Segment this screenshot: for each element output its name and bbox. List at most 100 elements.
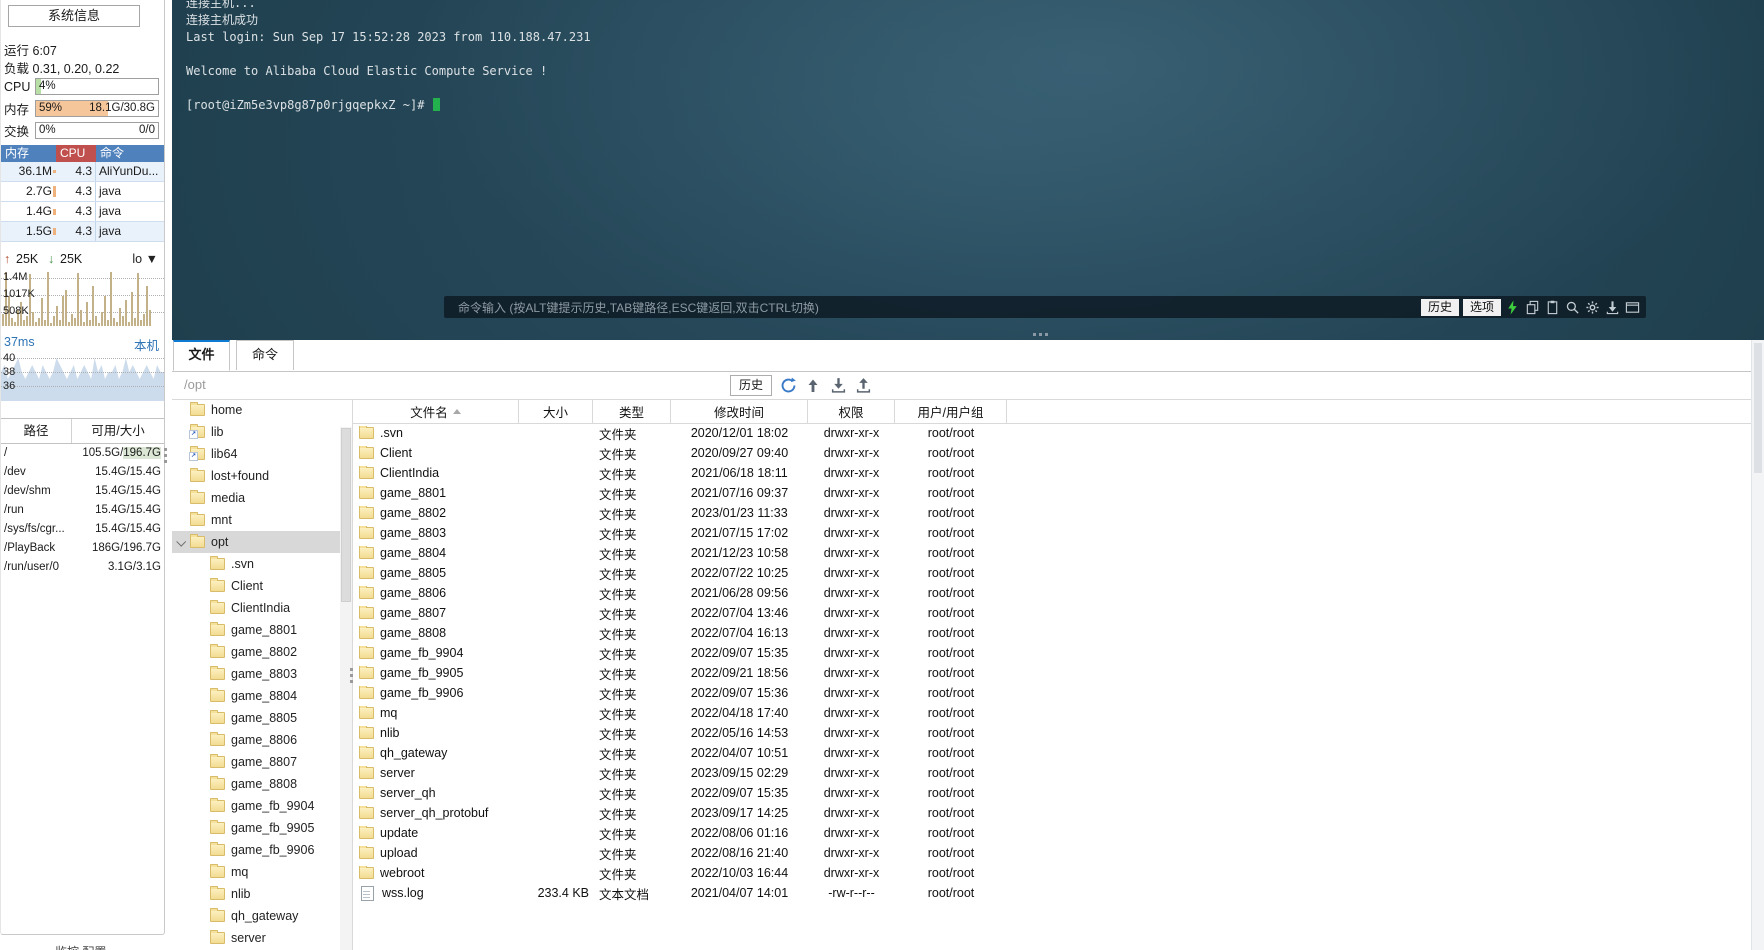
tree-item-mnt[interactable]: mnt — [172, 509, 352, 531]
file-row[interactable]: game_8802文件夹2023/01/23 11:33drwxr-xr-xro… — [353, 503, 1764, 523]
tree-item-game_8801[interactable]: game_8801 — [172, 619, 352, 641]
search-icon[interactable] — [1563, 299, 1581, 316]
folder-icon — [210, 844, 225, 856]
tree-item-qh_gateway[interactable]: qh_gateway — [172, 905, 352, 927]
uptime-stat: 运行 6:07 — [4, 40, 57, 59]
file-row[interactable]: server_qh_protobuf文件夹2023/09/17 14:25drw… — [353, 803, 1764, 823]
history-button[interactable]: 历史 — [1421, 299, 1459, 316]
gear-icon[interactable] — [1583, 299, 1601, 316]
file-row[interactable]: game_8806文件夹2021/06/28 09:56drwxr-xr-xro… — [353, 583, 1764, 603]
folder-icon — [190, 470, 205, 482]
tree-item-game_8808[interactable]: game_8808 — [172, 773, 352, 795]
options-button[interactable]: 选项 — [1463, 299, 1501, 316]
lightning-icon[interactable] — [1503, 299, 1521, 316]
tree-scrollbar[interactable] — [340, 427, 352, 950]
file-row[interactable]: game_8808文件夹2022/07/04 16:13drwxr-xr-xro… — [353, 623, 1764, 643]
command-input-bar[interactable]: 命令输入 (按ALT键提示历史,TAB键路径,ESC键返回,双击CTRL切换) … — [444, 296, 1646, 318]
file-row[interactable]: webroot文件夹2022/10/03 16:44drwxr-xr-xroot… — [353, 863, 1764, 883]
tree-item-game_fb_9906[interactable]: game_fb_9906 — [172, 839, 352, 861]
file-table: 文件名大小类型修改时间权限用户/用户组 .svn文件夹2020/12/01 18… — [352, 399, 1764, 950]
tree-item-home[interactable]: home — [172, 399, 352, 421]
upload-file-icon[interactable] — [854, 377, 872, 395]
file-row[interactable]: game_fb_9905文件夹2022/09/21 18:56drwxr-xr-… — [353, 663, 1764, 683]
file-row[interactable]: wss.log233.4 KB文本文档2021/04/07 14:01-rw-r… — [353, 883, 1764, 903]
file-icon — [361, 886, 374, 901]
tree-item-game_8803[interactable]: game_8803 — [172, 663, 352, 685]
column-header-owner[interactable]: 用户/用户组 — [895, 399, 1007, 423]
tree-item-Client[interactable]: Client — [172, 575, 352, 597]
file-body: home↗lib↗lib64lost+foundmediamntopt.svnC… — [172, 399, 1764, 950]
file-row[interactable]: game_fb_9904文件夹2022/09/07 15:35drwxr-xr-… — [353, 643, 1764, 663]
process-header-cmd[interactable]: 命令 — [96, 145, 164, 162]
column-header-size[interactable]: 大小 — [519, 399, 593, 423]
copy-icon[interactable] — [1523, 299, 1541, 316]
tree-item-server[interactable]: server — [172, 927, 352, 949]
tree-item-lib64[interactable]: ↗lib64 — [172, 443, 352, 465]
folder-icon — [210, 932, 225, 944]
tree-item-ClientIndia[interactable]: ClientIndia — [172, 597, 352, 619]
tree-scrollbar-thumb[interactable] — [341, 428, 351, 602]
tree-item-opt[interactable]: opt — [172, 531, 352, 553]
tree-item-media[interactable]: media — [172, 487, 352, 509]
command-input-hint[interactable]: 命令输入 (按ALT键提示历史,TAB键路径,ESC键返回,双击CTRL切换) — [449, 299, 1417, 316]
terminal[interactable]: 连接主机...连接主机成功Last login: Sun Sep 17 15:5… — [172, 0, 1764, 340]
file-row[interactable]: server_qh文件夹2022/09/07 15:35drwxr-xr-xro… — [353, 783, 1764, 803]
tree-item-mq[interactable]: mq — [172, 861, 352, 883]
process-header-cpu[interactable]: CPU — [56, 145, 96, 162]
column-header-filename[interactable]: 文件名 — [353, 399, 519, 423]
tree-item-lost+found[interactable]: lost+found — [172, 465, 352, 487]
panel-scrollbar[interactable] — [1751, 340, 1764, 950]
file-row[interactable]: update文件夹2022/08/06 01:16drwxr-xr-xroot/… — [353, 823, 1764, 843]
chevron-expanded-icon[interactable] — [176, 537, 186, 547]
file-row[interactable]: game_fb_9906文件夹2022/09/07 15:36drwxr-xr-… — [353, 683, 1764, 703]
download-icon[interactable] — [1603, 299, 1621, 316]
ping-latency: 37ms — [4, 335, 35, 349]
refresh-icon[interactable] — [779, 377, 797, 395]
terminal-file-splitter[interactable] — [1033, 333, 1048, 336]
file-row[interactable]: Client文件夹2020/09/27 09:40drwxr-xr-xroot/… — [353, 443, 1764, 463]
tree-item-game_fb_9905[interactable]: game_fb_9905 — [172, 817, 352, 839]
disk-header-size[interactable]: 可用/大小 — [72, 419, 164, 443]
column-header-permissions[interactable]: 权限 — [808, 399, 895, 423]
file-row[interactable]: game_8807文件夹2022/07/04 13:46drwxr-xr-xro… — [353, 603, 1764, 623]
file-row[interactable]: mq文件夹2022/04/18 17:40drwxr-xr-xroot/root — [353, 703, 1764, 723]
tree-table-splitter[interactable] — [350, 668, 353, 683]
tree-item-game_8802[interactable]: game_8802 — [172, 641, 352, 663]
tree-item-game_fb_9904[interactable]: game_fb_9904 — [172, 795, 352, 817]
tree-item-nlib[interactable]: nlib — [172, 883, 352, 905]
tab-commands[interactable]: 命令 — [236, 340, 294, 370]
file-row[interactable]: upload文件夹2022/08/16 21:40drwxr-xr-xroot/… — [353, 843, 1764, 863]
gauge-bar: 4% — [35, 78, 159, 95]
file-row[interactable]: game_8801文件夹2021/07/16 09:37drwxr-xr-xro… — [353, 483, 1764, 503]
column-header-modified[interactable]: 修改时间 — [671, 399, 808, 423]
parent-directory-icon[interactable] — [804, 377, 822, 395]
network-interface-dropdown[interactable]: lo ▼ — [132, 252, 158, 266]
file-row[interactable]: game_8804文件夹2021/12/23 10:58drwxr-xr-xro… — [353, 543, 1764, 563]
file-row[interactable]: game_8805文件夹2022/07/22 10:25drwxr-xr-xro… — [353, 563, 1764, 583]
paste-icon[interactable] — [1543, 299, 1561, 316]
window-icon[interactable] — [1623, 299, 1641, 316]
file-row[interactable]: qh_gateway文件夹2022/04/07 10:51drwxr-xr-xr… — [353, 743, 1764, 763]
tree-item-.svn[interactable]: .svn — [172, 553, 352, 575]
sidebar-splitter[interactable] — [164, 448, 167, 463]
path-input[interactable]: /opt — [184, 371, 206, 399]
folder-icon — [210, 800, 225, 812]
panel-scrollbar-thumb[interactable] — [1754, 343, 1762, 473]
tab-files[interactable]: 文件 — [173, 340, 230, 371]
tree-item-game_8805[interactable]: game_8805 — [172, 707, 352, 729]
file-row[interactable]: server文件夹2023/09/15 02:29drwxr-xr-xroot/… — [353, 763, 1764, 783]
disk-header-path[interactable]: 路径 — [1, 419, 72, 443]
file-row[interactable]: .svn文件夹2020/12/01 18:02drwxr-xr-xroot/ro… — [353, 423, 1764, 443]
tree-item-lib[interactable]: ↗lib — [172, 421, 352, 443]
file-row[interactable]: ClientIndia文件夹2021/06/18 18:11drwxr-xr-x… — [353, 463, 1764, 483]
tree-item-game_8807[interactable]: game_8807 — [172, 751, 352, 773]
path-history-button[interactable]: 历史 — [730, 375, 772, 396]
folder-icon — [190, 536, 205, 548]
tree-item-game_8804[interactable]: game_8804 — [172, 685, 352, 707]
process-header-mem[interactable]: 内存 — [1, 145, 56, 162]
tree-item-game_8806[interactable]: game_8806 — [172, 729, 352, 751]
download-file-icon[interactable] — [829, 377, 847, 395]
file-row[interactable]: nlib文件夹2022/05/16 14:53drwxr-xr-xroot/ro… — [353, 723, 1764, 743]
column-header-type[interactable]: 类型 — [593, 399, 671, 423]
file-row[interactable]: game_8803文件夹2021/07/15 17:02drwxr-xr-xro… — [353, 523, 1764, 543]
